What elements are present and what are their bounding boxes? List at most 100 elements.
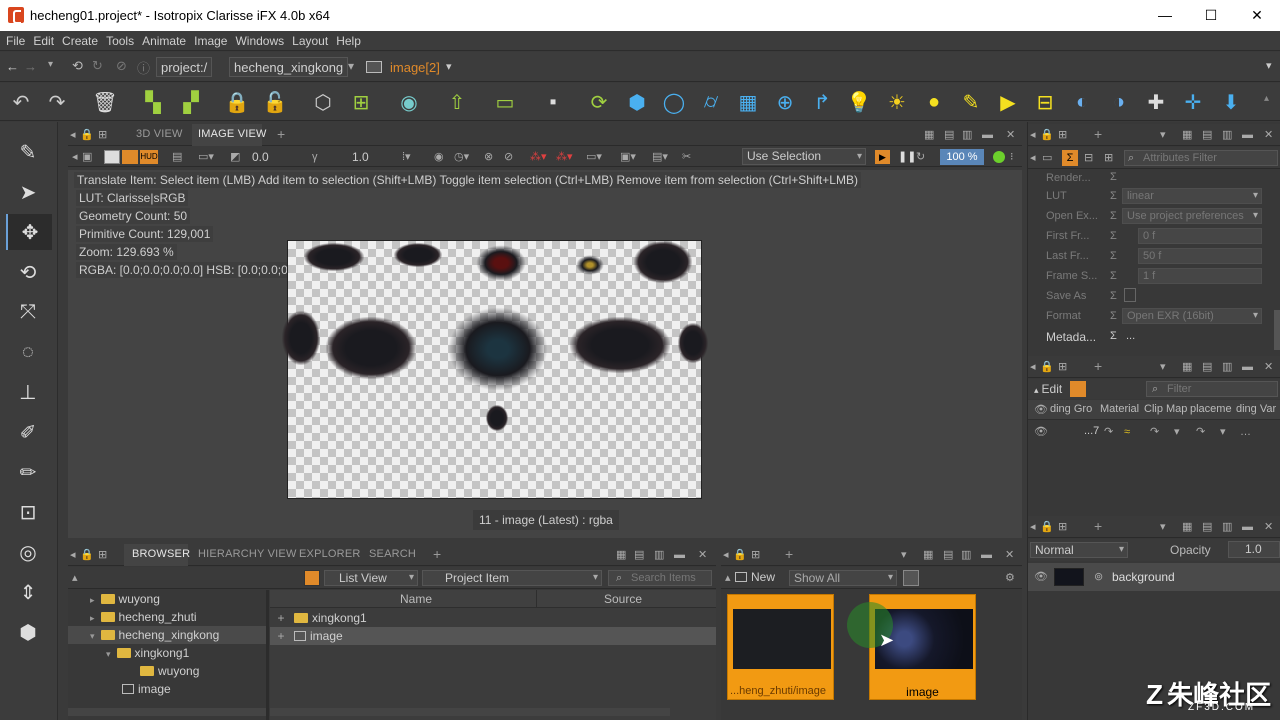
layout-cols-icon[interactable]: ▥	[1222, 521, 1234, 533]
scene-item-icon[interactable]: ▪	[540, 89, 566, 115]
menu-image[interactable]: Image	[190, 31, 231, 51]
panel-close-icon[interactable]: ✕	[1005, 549, 1017, 561]
breadcrumb-project[interactable]: project:/	[156, 57, 213, 77]
attr-scrollbar[interactable]	[1274, 310, 1280, 350]
layout-icon[interactable]: ✚	[1143, 89, 1169, 115]
panel-close-icon[interactable]: ✕	[1264, 361, 1276, 373]
panel-close-icon[interactable]: ✕	[1006, 129, 1018, 141]
ungroup-icon[interactable]: ▞	[178, 89, 204, 115]
layout-rows-icon[interactable]: ▤	[943, 549, 955, 561]
attr-sigma-icon[interactable]: Σ	[1110, 250, 1117, 262]
rotate-tool-icon[interactable]: ⟲	[14, 258, 42, 286]
panel-link-icon[interactable]: ⊞	[1058, 129, 1070, 141]
tree-item-wuyong-child[interactable]: wuyong	[140, 662, 199, 680]
layer-row-background[interactable]: 👁 ⊚ background	[1028, 563, 1280, 591]
menu-tools[interactable]: Tools	[102, 31, 138, 51]
add-tab-button[interactable]: +	[785, 546, 793, 562]
layout-cols-icon[interactable]: ▥	[654, 549, 666, 561]
camera-icon[interactable]: ⊟	[1032, 89, 1058, 115]
box-icon[interactable]: ⬡	[310, 89, 336, 115]
cube-icon[interactable]: ⬢	[624, 89, 650, 115]
menu-help[interactable]: Help	[332, 31, 365, 51]
forward-arrow-icon[interactable]: →	[24, 59, 37, 74]
menu-layout[interactable]: Layout	[288, 31, 332, 51]
color-channel-icon[interactable]	[122, 150, 138, 164]
attr-sigma-icon[interactable]: Σ	[1110, 210, 1117, 222]
tree-item-hecheng-zhuti[interactable]: ▸ hecheng_zhuti	[90, 608, 197, 626]
script-icon[interactable]: ▭	[492, 89, 518, 115]
minimize-button[interactable]: —	[1142, 0, 1188, 31]
opacity-field[interactable]: 1.0	[1228, 541, 1280, 558]
home-icon[interactable]: ⟲	[72, 58, 83, 74]
layout-rows-icon[interactable]: ▤	[944, 129, 956, 141]
tree-item-wuyong[interactable]: ▸ wuyong	[90, 590, 160, 608]
select-arrow-icon[interactable]: ➤	[14, 178, 42, 206]
time-icon[interactable]: ◷▾	[454, 151, 469, 163]
attr-last-frame-field[interactable]: 50 f	[1138, 248, 1262, 264]
attributes-filter-input[interactable]: Attributes Filter	[1124, 150, 1278, 166]
layout-rows-icon[interactable]: ▤	[1202, 129, 1214, 141]
menu-animate[interactable]: Animate	[138, 31, 190, 51]
add-tab-button[interactable]: +	[1094, 358, 1102, 374]
add-tab-button[interactable]: +	[1094, 126, 1102, 142]
panel-link-icon[interactable]: ⊞	[1058, 361, 1070, 373]
restart-render-icon[interactable]: ↻	[916, 151, 928, 163]
visibility-eye-icon[interactable]: 👁	[1034, 571, 1048, 583]
import-geometry-icon[interactable]: ◉	[396, 89, 422, 115]
exposure-field[interactable]: 0.0	[252, 150, 302, 164]
attr-openexr-select[interactable]: Use project preferences	[1122, 208, 1262, 224]
rgb-channels-icon[interactable]: ⁂▾	[530, 151, 547, 163]
attr-lut-select[interactable]: linear	[1122, 188, 1262, 204]
column-clip-map[interactable]: Clip Map	[1144, 403, 1187, 415]
layout-single-icon[interactable]: ▬	[1242, 521, 1254, 533]
compare-icon[interactable]: ▣▾	[620, 151, 636, 163]
material-filter-input[interactable]: Filter	[1146, 381, 1278, 397]
panel-link-icon[interactable]: ⊞	[98, 129, 110, 141]
panel-lock-icon[interactable]: 🔒	[80, 129, 94, 141]
refresh-icon[interactable]: ↻	[92, 58, 103, 74]
attr-sigma-icon[interactable]: Σ	[1110, 290, 1117, 302]
grid-icon[interactable]: ▦	[735, 89, 761, 115]
attr-format-select[interactable]: Open EXR (16bit)	[1122, 308, 1262, 324]
layout-single-icon[interactable]: ▬	[982, 129, 994, 141]
scale-tool-icon[interactable]: ⤧	[14, 298, 42, 326]
menu-file[interactable]: File	[2, 31, 29, 51]
instance-icon[interactable]: ⊞	[348, 89, 374, 115]
attr-sigma-icon[interactable]: Σ	[1110, 310, 1117, 322]
split-icon[interactable]: ▤▾	[652, 151, 668, 163]
tab-3d-view[interactable]: 3D VIEW	[136, 128, 183, 140]
rendered-image[interactable]	[282, 240, 708, 499]
attr-collapse-icon[interactable]: ⊞	[1104, 152, 1116, 164]
stamp-tool-icon[interactable]: ⊥	[14, 378, 42, 406]
layers-settings-icon[interactable]: ⚙	[1005, 572, 1017, 584]
list-scrollbar[interactable]	[270, 708, 670, 716]
refresh-render-icon[interactable]: ⊘	[504, 151, 516, 163]
attr-sigma-icon[interactable]: Σ	[1110, 190, 1117, 202]
lock-icon[interactable]: 🔒	[224, 89, 250, 115]
toolbar-more-icon[interactable]: ▴	[1264, 93, 1269, 104]
thumbnail-view-icon[interactable]	[903, 570, 919, 586]
browser-view-icon[interactable]	[304, 570, 320, 586]
attr-expand-icon[interactable]: ⊟	[1084, 152, 1096, 164]
camera-tool-icon[interactable]: ◎	[14, 538, 42, 566]
channels-icon[interactable]: ▤	[172, 151, 184, 163]
column-displacement[interactable]: placeme	[1190, 403, 1232, 415]
attr-sigma-icon[interactable]: Σ	[1110, 270, 1117, 282]
tab-image-view[interactable]: IMAGE VIEW	[198, 128, 267, 140]
attr-frame-step-field[interactable]: 1 f	[1138, 268, 1262, 284]
splitter[interactable]	[266, 590, 269, 720]
layout-single-icon[interactable]: ▬	[1242, 129, 1254, 141]
show-filter-select[interactable]: Show All	[789, 570, 897, 586]
tree-item-hecheng-xingkong[interactable]: ▾ hecheng_xingkong	[68, 626, 266, 644]
checker-bg-icon[interactable]	[104, 150, 120, 164]
layout-single-icon[interactable]: ▬	[1242, 361, 1254, 373]
tree-item-xingkong1[interactable]: ▾ xingkong1	[106, 644, 189, 662]
layout-single-icon[interactable]: ▬	[981, 549, 993, 561]
undo-icon[interactable]: ↶	[8, 89, 34, 115]
breadcrumb-dropdown-icon[interactable]: ▾	[446, 60, 452, 73]
add-tab-button[interactable]: +	[433, 546, 441, 562]
address-menu-icon[interactable]: ▾	[1266, 59, 1272, 72]
clip-link-icon[interactable]: ↷	[1150, 426, 1162, 438]
layer-thumbnail[interactable]: ...heng_zhuti/image	[727, 594, 834, 700]
tree-item-image[interactable]: image	[122, 680, 171, 698]
